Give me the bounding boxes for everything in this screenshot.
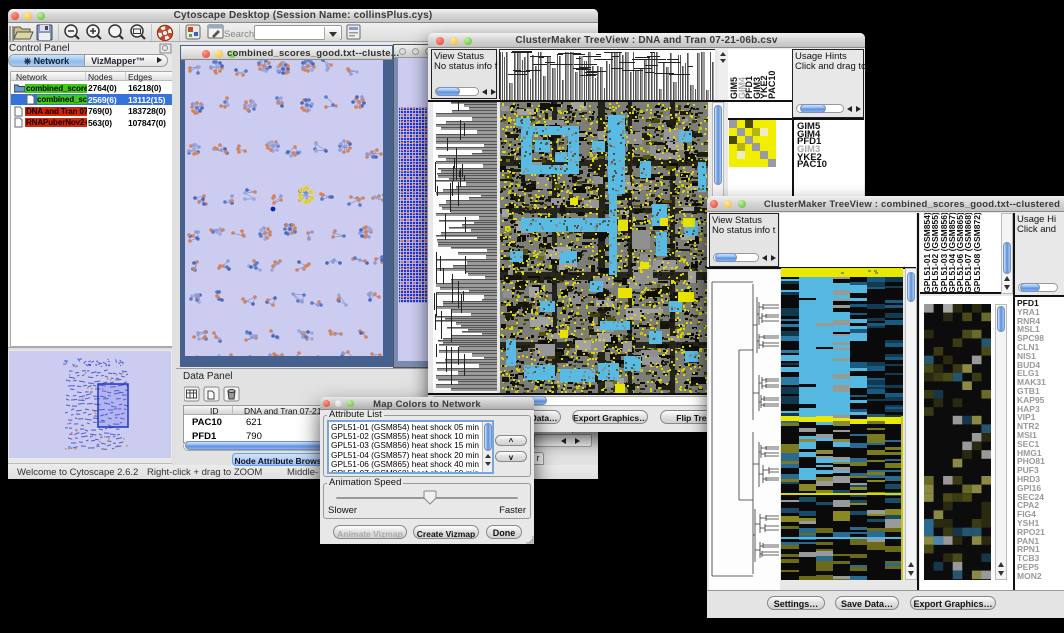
svg-text:Search:: Search:: [224, 29, 257, 40]
